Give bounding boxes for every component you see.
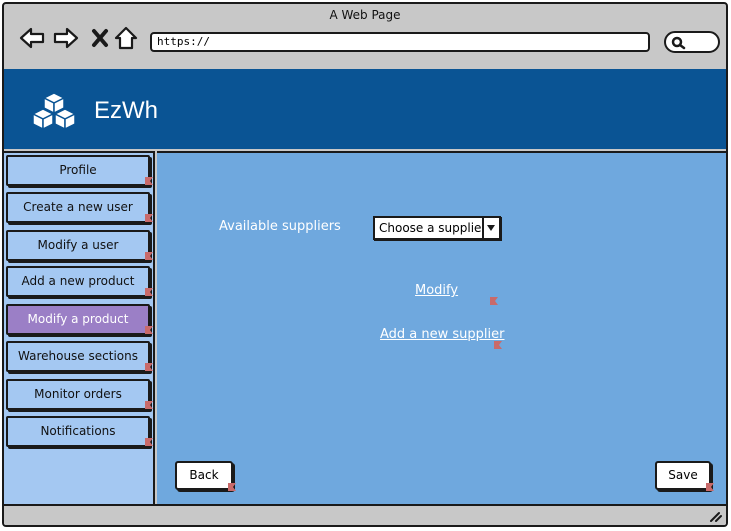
url-input[interactable]: https:// bbox=[150, 32, 650, 52]
forward-arrow-icon[interactable] bbox=[52, 24, 80, 52]
sidebar-item-modify-product[interactable]: Modify a product bbox=[6, 304, 153, 335]
app-name: EzWh bbox=[94, 97, 159, 124]
supplier-select[interactable]: Choose a supplier bbox=[373, 216, 501, 240]
search-button[interactable] bbox=[664, 31, 720, 53]
boxes-icon bbox=[32, 92, 76, 130]
back-button[interactable]: Back bbox=[175, 461, 236, 491]
pointer-flag-icon bbox=[494, 341, 502, 349]
close-x-icon[interactable] bbox=[86, 24, 114, 52]
available-suppliers-label: Available suppliers bbox=[219, 219, 341, 234]
pointer-flag-icon bbox=[145, 214, 153, 222]
sidebar-item-monitor-orders[interactable]: Monitor orders bbox=[6, 379, 153, 410]
pointer-flag-icon bbox=[145, 363, 153, 371]
save-button-label: Save bbox=[668, 468, 698, 482]
sidebar-item-add-product[interactable]: Add a new product bbox=[6, 266, 153, 297]
pointer-flag-icon bbox=[145, 326, 153, 334]
add-supplier-link[interactable]: Add a new supplier bbox=[380, 327, 504, 342]
back-button-label: Back bbox=[189, 468, 219, 482]
main-content: Available suppliers Choose a supplier Mo… bbox=[157, 151, 726, 504]
pointer-flag-icon bbox=[490, 297, 498, 305]
sidebar-item-notifications[interactable]: Notifications bbox=[6, 416, 153, 447]
modify-link[interactable]: Modify bbox=[415, 283, 458, 298]
sidebar-item-modify-user[interactable]: Modify a user bbox=[6, 230, 153, 261]
pointer-flag-icon bbox=[145, 438, 153, 446]
sidebar-item-label: Warehouse sections bbox=[18, 349, 138, 363]
status-bar bbox=[4, 504, 726, 525]
sidebar-item-label: Add a new product bbox=[21, 274, 135, 288]
search-icon bbox=[671, 36, 686, 50]
sidebar-item-label: Modify a product bbox=[27, 312, 129, 326]
save-button[interactable]: Save bbox=[655, 461, 714, 491]
sidebar-item-label: Notifications bbox=[40, 424, 116, 438]
chevron-down-icon[interactable] bbox=[482, 218, 499, 238]
sidebar-item-create-user[interactable]: Create a new user bbox=[6, 192, 153, 223]
sidebar: Profile Create a new user Modify a user … bbox=[4, 151, 155, 504]
pointer-flag-icon bbox=[145, 288, 153, 296]
pointer-flag-icon bbox=[145, 401, 153, 409]
pointer-flag-icon bbox=[228, 483, 236, 491]
sidebar-item-label: Create a new user bbox=[23, 200, 133, 214]
window-title: A Web Page bbox=[329, 8, 401, 22]
pointer-flag-icon bbox=[145, 177, 153, 185]
sidebar-item-label: Profile bbox=[59, 163, 97, 177]
sidebar-item-warehouse-sections[interactable]: Warehouse sections bbox=[6, 341, 153, 372]
resize-grip-icon[interactable] bbox=[708, 510, 722, 522]
back-arrow-icon[interactable] bbox=[18, 24, 46, 52]
browser-window: A Web Page https:// EzWh Profile Create … bbox=[2, 2, 728, 527]
sidebar-item-label: Monitor orders bbox=[34, 387, 122, 401]
pointer-flag-icon bbox=[145, 252, 153, 260]
app-header: EzWh bbox=[4, 69, 726, 149]
sidebar-item-profile[interactable]: Profile bbox=[6, 155, 153, 186]
sidebar-item-label: Modify a user bbox=[37, 238, 119, 252]
pointer-flag-icon bbox=[706, 483, 714, 491]
supplier-select-value: Choose a supplier bbox=[379, 221, 487, 235]
home-icon[interactable] bbox=[112, 24, 140, 52]
